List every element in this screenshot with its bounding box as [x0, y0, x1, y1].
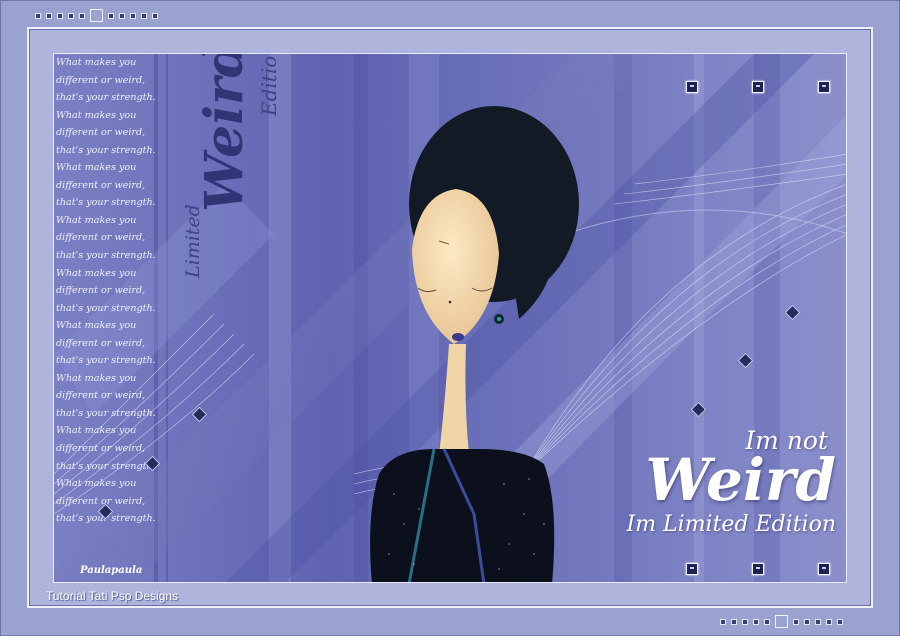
frame-dot-icon — [119, 12, 125, 19]
vertical-edition-text: Edition — [257, 53, 281, 116]
poem-line: What makes you — [56, 372, 137, 384]
poem-line: different or weird, — [56, 179, 146, 191]
poem-line: What makes you — [56, 267, 137, 279]
frame-dot-icon — [826, 618, 832, 625]
frame-dot-icon — [152, 12, 158, 19]
poem-line: that's your strength. — [56, 144, 156, 156]
frame-dot-icon — [804, 618, 810, 625]
poem-line: What makes you — [56, 214, 137, 226]
bottom-dots-row — [720, 615, 843, 628]
frame-dot-icon — [720, 618, 726, 625]
title-weird: Weird — [645, 446, 836, 514]
poem-line: What makes you — [56, 57, 137, 68]
frame-square-icon — [90, 9, 103, 22]
poem-line: What makes you — [56, 478, 137, 490]
poem-line: different or weird, — [56, 337, 146, 349]
poem-line: different or weird, — [56, 127, 146, 139]
top-dots-row — [35, 9, 158, 22]
poem-line: What makes you — [56, 320, 137, 332]
frame-dot-icon — [793, 618, 799, 625]
title-limited-edition: Im Limited Edition — [626, 512, 837, 537]
frame-dot-icon — [753, 618, 759, 625]
poem-line: different or weird, — [56, 285, 146, 297]
square-marker-icon — [686, 563, 698, 575]
poem-line: What makes you — [56, 109, 137, 121]
poem-line: that's your strength. — [56, 250, 156, 262]
poem-line: that's your strength. — [56, 92, 156, 104]
poem-line: different or weird, — [56, 232, 146, 244]
square-marker-icon — [818, 563, 830, 575]
poem-line: that's your strength. — [56, 407, 156, 419]
vertical-weird-text: Weird — [194, 53, 255, 212]
tutorial-credit: Tutorial Tati Psp Designs — [46, 589, 179, 603]
frame-dot-icon — [742, 618, 748, 625]
frame-dot-icon — [57, 12, 63, 19]
frame-dot-icon — [141, 12, 147, 19]
square-marker-icon — [818, 81, 830, 93]
frame-dot-icon — [46, 12, 52, 19]
frame-dot-icon — [35, 12, 41, 19]
frame-dot-icon — [79, 12, 85, 19]
artist-signature: Paulapaula — [80, 565, 143, 576]
poem-line: different or weird, — [56, 390, 146, 402]
square-marker-icon — [752, 81, 764, 93]
frame-dot-icon — [837, 618, 843, 625]
poem-line: that's your strength. — [56, 302, 156, 314]
page: What makes you different or weird, that'… — [0, 0, 900, 636]
poem-column: What makes you different or weird, that'… — [56, 54, 156, 528]
poem-line: What makes you — [56, 425, 137, 437]
poem-line: different or weird, — [56, 74, 146, 86]
artwork: What makes you different or weird, that'… — [53, 53, 847, 583]
poem-line: that's your strength. — [56, 355, 156, 367]
poem-line: that's your strength. — [56, 197, 156, 209]
frame-dot-icon — [68, 12, 74, 19]
frame-dot-icon — [108, 12, 114, 19]
vertical-limited-text: Limited — [182, 204, 204, 278]
frame-square-icon — [775, 615, 788, 628]
square-marker-icon — [752, 563, 764, 575]
poem-line: What makes you — [56, 162, 137, 174]
poem-line: different or weird, — [56, 443, 146, 455]
frame-dot-icon — [764, 618, 770, 625]
poem-line: that's your strength. — [56, 460, 156, 472]
frame-dot-icon — [815, 618, 821, 625]
square-marker-icon — [686, 81, 698, 93]
frame-dot-icon — [731, 618, 737, 625]
frame-dot-icon — [130, 12, 136, 19]
